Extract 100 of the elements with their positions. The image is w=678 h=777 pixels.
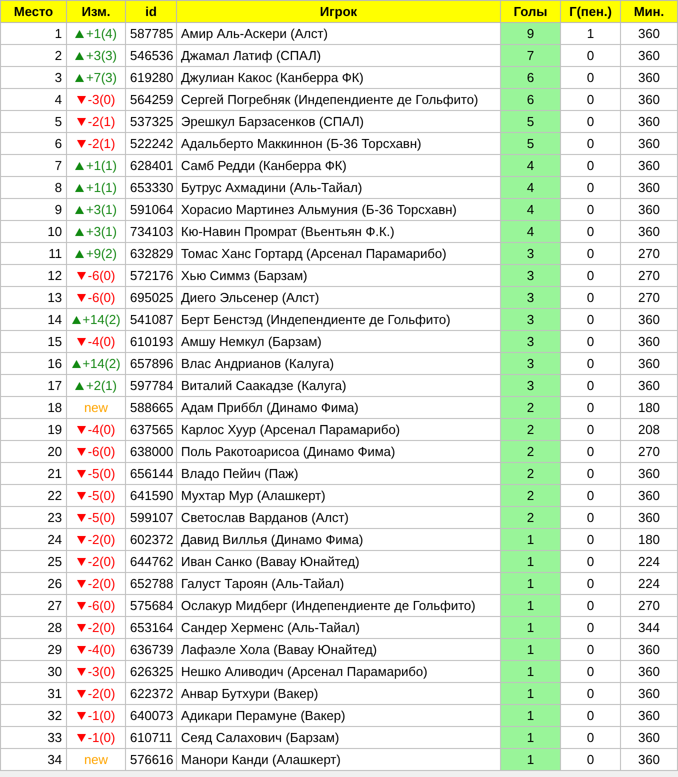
id-cell: 653164 — [126, 616, 176, 638]
penalty-goals-cell: 0 — [560, 308, 620, 330]
penalty-goals-cell: 0 — [560, 572, 620, 594]
player-cell: Мухтар Мур (Алашкерт) — [176, 484, 500, 506]
goals-cell: 3 — [500, 242, 560, 264]
id-cell: 641590 — [126, 484, 176, 506]
place-cell: 33 — [0, 726, 66, 748]
arrow-down-icon — [76, 624, 86, 632]
goals-cell: 3 — [500, 264, 560, 286]
arrow-down-icon — [76, 470, 86, 478]
change-value: -3(0) — [88, 92, 116, 107]
penalty-goals-cell: 0 — [560, 440, 620, 462]
place-cell: 13 — [0, 286, 66, 308]
place-cell: 14 — [0, 308, 66, 330]
place-cell: 30 — [0, 660, 66, 682]
id-cell: 619280 — [126, 66, 176, 88]
change-value: -3(0) — [88, 664, 116, 679]
arrow-up-icon — [75, 74, 84, 82]
change-value: +1(1) — [86, 158, 117, 173]
change-value: +9(2) — [86, 246, 117, 261]
penalty-goals-cell: 0 — [560, 286, 620, 308]
minutes-cell: 270 — [620, 440, 678, 462]
id-cell: 644762 — [126, 550, 176, 572]
goals-cell: 1 — [500, 682, 560, 704]
arrow-down-icon — [76, 96, 86, 104]
penalty-goals-cell: 0 — [560, 550, 620, 572]
change-value: +3(1) — [86, 224, 117, 239]
column-header[interactable]: Изм. — [66, 0, 126, 22]
arrow-down-icon — [76, 118, 86, 126]
player-cell: Лафаэле Хола (Вавау Юнайтед) — [176, 638, 500, 660]
player-cell: Нешко Аливодич (Арсенал Парамарибо) — [176, 660, 500, 682]
penalty-goals-cell: 0 — [560, 374, 620, 396]
column-header[interactable]: Мин. — [620, 0, 678, 22]
id-cell: 587785 — [126, 22, 176, 44]
player-cell: Бутрус Ахмадини (Аль-Тайал) — [176, 176, 500, 198]
player-cell: Диего Эльсенер (Алст) — [176, 286, 500, 308]
place-cell: 15 — [0, 330, 66, 352]
goals-cell: 7 — [500, 44, 560, 66]
goals-cell: 1 — [500, 528, 560, 550]
column-header[interactable]: Г(пен.) — [560, 0, 620, 22]
change-value: -5(0) — [88, 466, 116, 481]
place-cell: 31 — [0, 682, 66, 704]
change-value: -2(0) — [88, 554, 116, 569]
change-value: -5(0) — [88, 510, 116, 525]
minutes-cell: 360 — [620, 726, 678, 748]
arrow-down-icon — [76, 690, 86, 698]
minutes-cell: 360 — [620, 462, 678, 484]
penalty-goals-cell: 1 — [560, 22, 620, 44]
goals-cell: 1 — [500, 638, 560, 660]
place-cell: 8 — [0, 176, 66, 198]
player-cell: Джамал Латиф (СПАЛ) — [176, 44, 500, 66]
place-cell: 1 — [0, 22, 66, 44]
goals-cell: 3 — [500, 352, 560, 374]
player-cell: Манори Канди (Алашкерт) — [176, 748, 500, 770]
minutes-cell: 360 — [620, 154, 678, 176]
change-value: +3(1) — [86, 202, 117, 217]
column-header[interactable]: Голы — [500, 0, 560, 22]
minutes-cell: 360 — [620, 88, 678, 110]
minutes-cell: 180 — [620, 396, 678, 418]
player-cell: Эрешкул Барзасенков (СПАЛ) — [176, 110, 500, 132]
id-cell: 599107 — [126, 506, 176, 528]
place-cell: 29 — [0, 638, 66, 660]
penalty-goals-cell: 0 — [560, 418, 620, 440]
place-cell: 10 — [0, 220, 66, 242]
minutes-cell: 180 — [620, 528, 678, 550]
minutes-cell: 270 — [620, 286, 678, 308]
player-cell: Адальберто Маккиннон (Б-36 Торсхавн) — [176, 132, 500, 154]
id-cell: 657896 — [126, 352, 176, 374]
minutes-cell: 270 — [620, 594, 678, 616]
place-cell: 16 — [0, 352, 66, 374]
arrow-down-icon — [76, 338, 86, 346]
column-header[interactable]: Игрок — [176, 0, 500, 22]
goals-cell: 2 — [500, 462, 560, 484]
minutes-cell: 360 — [620, 748, 678, 770]
id-cell: 652788 — [126, 572, 176, 594]
minutes-cell: 360 — [620, 66, 678, 88]
arrow-down-icon — [76, 734, 86, 742]
column-header[interactable]: id — [126, 0, 176, 22]
penalty-goals-cell: 0 — [560, 682, 620, 704]
player-cell: Адам Приббл (Динамо Фима) — [176, 396, 500, 418]
place-cell: 2 — [0, 44, 66, 66]
minutes-cell: 270 — [620, 264, 678, 286]
goals-cell: 5 — [500, 110, 560, 132]
goals-cell: 4 — [500, 176, 560, 198]
id-cell: 632829 — [126, 242, 176, 264]
id-cell: 638000 — [126, 440, 176, 462]
arrow-up-icon — [72, 316, 81, 324]
player-cell: Галуст Тароян (Аль-Тайал) — [176, 572, 500, 594]
arrow-down-icon — [76, 558, 86, 566]
goals-cell: 1 — [500, 550, 560, 572]
player-cell: Давид Виллья (Динамо Фима) — [176, 528, 500, 550]
goals-cell: 2 — [500, 418, 560, 440]
change-value: +7(3) — [86, 70, 117, 85]
place-cell: 6 — [0, 132, 66, 154]
column-header[interactable]: Место — [0, 0, 66, 22]
change-value: -6(0) — [88, 290, 116, 305]
id-cell: 628401 — [126, 154, 176, 176]
change-value: +2(1) — [86, 378, 117, 393]
id-cell: 653330 — [126, 176, 176, 198]
penalty-goals-cell: 0 — [560, 132, 620, 154]
